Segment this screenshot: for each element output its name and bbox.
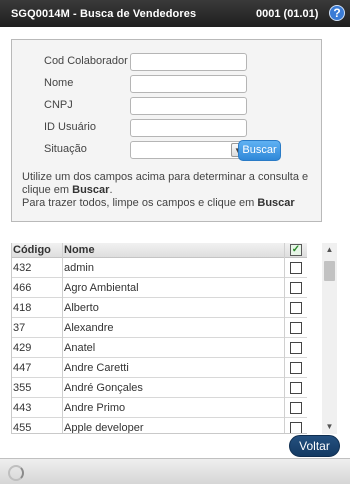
cod-colaborador-input[interactable] <box>130 53 247 71</box>
table-row[interactable]: 429 Anatel <box>12 338 307 358</box>
help-text: Utilize um dos campos acima para determi… <box>22 171 312 210</box>
table-row[interactable]: 447 Andre Caretti <box>12 358 307 378</box>
buscar-button[interactable]: Buscar <box>238 140 281 161</box>
row-code: 455 <box>13 422 32 434</box>
row-checkbox[interactable] <box>290 262 302 274</box>
row-name: Anatel <box>64 342 96 354</box>
row-code: 37 <box>13 322 26 334</box>
id-usuario-input[interactable] <box>130 119 247 137</box>
row-name: Andre Primo <box>64 402 126 414</box>
help-line1-bold: Buscar <box>72 184 110 196</box>
help-line1-text: Utilize um dos campos acima para determi… <box>22 171 309 196</box>
title-bar: SGQ0014M - Busca de Vendedores 0001 (01.… <box>0 0 350 27</box>
table-row[interactable]: 355 André Gonçales <box>12 378 307 398</box>
name-column-header[interactable]: Nome <box>64 244 95 256</box>
window-title: SGQ0014M - Busca de Vendedores <box>11 8 197 20</box>
cnpj-input[interactable] <box>130 97 247 115</box>
row-name: Alexandre <box>64 322 114 334</box>
results-grid: Código Nome ✓ 432 admin 466 Agro Ambiental 4… <box>11 243 307 434</box>
row-checkbox[interactable] <box>290 402 302 414</box>
status-bar <box>0 458 350 484</box>
scroll-up-icon[interactable]: ▲ <box>322 243 337 257</box>
help-icon[interactable]: ? <box>329 5 345 21</box>
version-label: 0001 (01.01) <box>256 8 319 20</box>
loading-spinner-icon <box>8 465 24 481</box>
table-row[interactable]: 466 Agro Ambiental <box>12 278 307 298</box>
nome-input[interactable] <box>130 75 247 93</box>
row-name: Agro Ambiental <box>64 282 139 294</box>
help-line1-end: . <box>109 184 113 196</box>
table-row[interactable]: 432 admin <box>12 258 307 278</box>
situacao-label: Situação <box>44 143 87 155</box>
row-code: 443 <box>13 402 32 414</box>
row-code: 466 <box>13 282 32 294</box>
cnpj-label: CNPJ <box>44 99 73 111</box>
row-code: 447 <box>13 362 32 374</box>
row-checkbox[interactable] <box>290 302 302 314</box>
row-checkbox[interactable] <box>290 422 302 433</box>
row-code: 432 <box>13 262 32 274</box>
code-column-header[interactable]: Código <box>13 244 51 256</box>
row-checkbox[interactable] <box>290 362 302 374</box>
row-name: admin <box>64 262 94 274</box>
help-line2-text: Para trazer todos, limpe os campos e cli… <box>22 197 258 209</box>
row-checkbox[interactable] <box>290 282 302 294</box>
voltar-button[interactable]: Voltar <box>289 435 340 457</box>
select-all-checkbox[interactable]: ✓ <box>290 244 302 256</box>
row-checkbox[interactable] <box>290 342 302 354</box>
column-divider <box>62 243 63 433</box>
situacao-select[interactable]: ▼ <box>130 141 247 159</box>
row-checkbox[interactable] <box>290 322 302 334</box>
row-code: 355 <box>13 382 32 394</box>
table-row[interactable]: 37 Alexandre <box>12 318 307 338</box>
table-row[interactable]: 443 Andre Primo <box>12 398 307 418</box>
row-name: André Gonçales <box>64 382 143 394</box>
search-form: Cod Colaborador Nome CNPJ ID Usuário Sit… <box>11 39 322 222</box>
table-row[interactable]: 455 Apple developer <box>12 418 307 434</box>
row-name: Apple developer <box>64 422 144 434</box>
row-checkbox[interactable] <box>290 382 302 394</box>
scroll-thumb[interactable] <box>324 261 335 281</box>
row-name: Alberto <box>64 302 99 314</box>
column-divider <box>284 243 285 433</box>
row-name: Andre Caretti <box>64 362 129 374</box>
help-line2-bold: Buscar <box>257 197 295 209</box>
table-row[interactable]: 418 Alberto <box>12 298 307 318</box>
id-usuario-label: ID Usuário <box>44 121 96 133</box>
grid-scrollbar[interactable]: ▲ ▼ <box>322 243 337 434</box>
row-code: 418 <box>13 302 32 314</box>
nome-label: Nome <box>44 77 74 89</box>
cod-colaborador-label: Cod Colaborador <box>44 55 128 67</box>
grid-header: Código Nome ✓ <box>12 243 307 258</box>
scroll-down-icon[interactable]: ▼ <box>322 420 337 434</box>
row-code: 429 <box>13 342 32 354</box>
